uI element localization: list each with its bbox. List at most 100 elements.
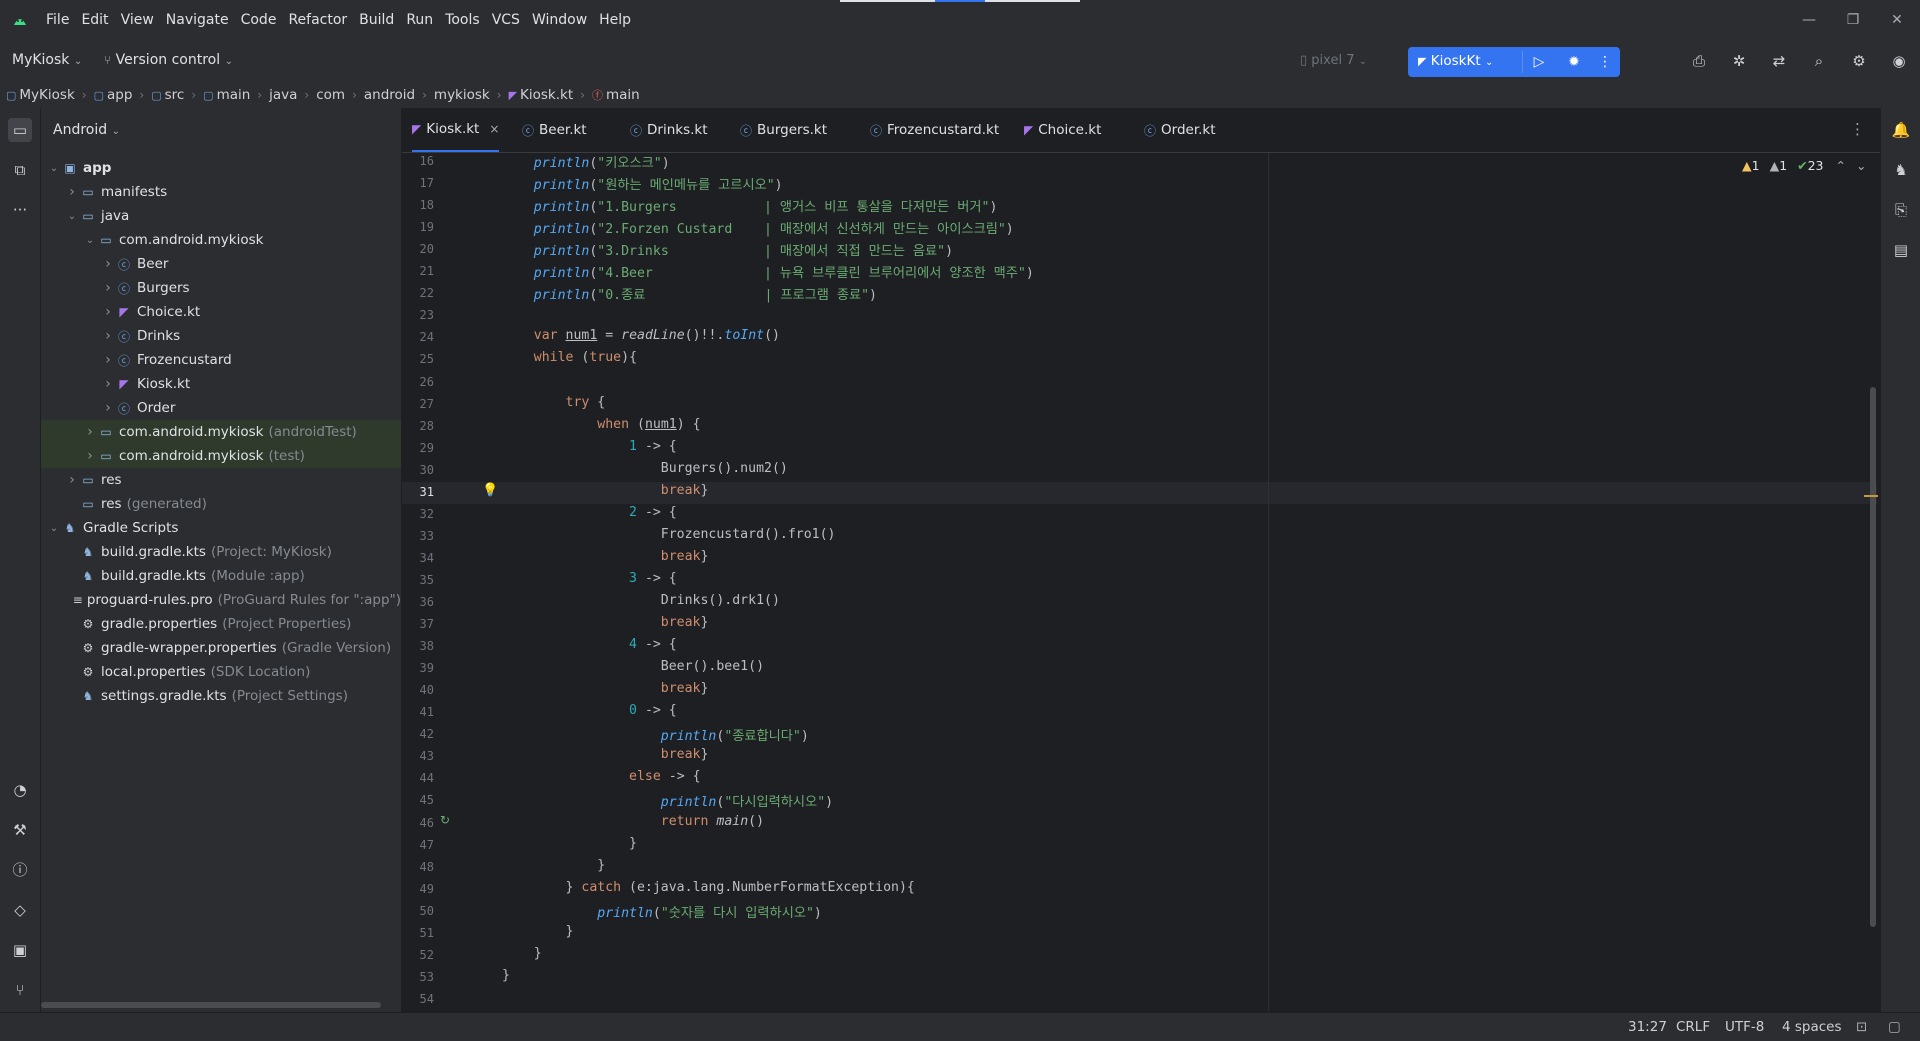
- tab-order[interactable]: ⓒ Order.kt: [1144, 108, 1216, 152]
- run-icon[interactable]: ▷: [1528, 51, 1550, 73]
- chevron-down-icon[interactable]: ⌄: [83, 235, 97, 246]
- breadcrumb-item[interactable]: ▢ src: [151, 87, 184, 103]
- code-area[interactable]: println("키오스크") println("원하는 메인메뉴를 고르시오"…: [402, 153, 1862, 1011]
- project-selector[interactable]: MyKiosk ⌄: [12, 52, 82, 68]
- tree-item[interactable]: ♞ settings.gradle.kts (Project Settings): [41, 684, 401, 708]
- menu-help[interactable]: Help: [593, 12, 637, 28]
- breadcrumb-item[interactable]: ▢ main: [203, 87, 250, 103]
- tab-options-icon[interactable]: ⋮: [1850, 120, 1865, 138]
- horizontal-scrollbar[interactable]: [41, 1002, 381, 1008]
- cursor-position[interactable]: 31:27: [1628, 1013, 1667, 1041]
- chevron-down-icon[interactable]: ⌄: [65, 211, 79, 222]
- tree-item[interactable]: ⚙ gradle-wrapper.properties (Gradle Versio…: [41, 636, 401, 660]
- vcs-selector[interactable]: ⑂ Version control ⌄: [104, 52, 233, 68]
- menu-run[interactable]: Run: [400, 12, 439, 28]
- problems-icon[interactable]: ⓘ: [8, 858, 32, 882]
- close-tab-icon[interactable]: ×: [489, 122, 499, 136]
- tree-item[interactable]: ⚙ gradle.properties (Project Properties): [41, 612, 401, 636]
- chevron-right-icon[interactable]: ›: [101, 304, 115, 320]
- tree-item[interactable]: ≡ proguard-rules.pro (ProGuard Rules for "…: [41, 588, 401, 612]
- notifications-icon[interactable]: 🔔: [1889, 118, 1913, 142]
- tree-item[interactable]: ⌄ ▭ java: [41, 204, 401, 228]
- menu-file[interactable]: File: [40, 12, 75, 28]
- chevron-right-icon[interactable]: ›: [65, 184, 79, 200]
- chevron-right-icon[interactable]: ›: [101, 376, 115, 392]
- menu-tools[interactable]: Tools: [439, 12, 486, 28]
- tree-item[interactable]: ⌄ ♞ Gradle Scripts: [41, 516, 401, 540]
- tab-choice[interactable]: ◤ Choice.kt: [1024, 108, 1101, 152]
- breadcrumb-item[interactable]: android: [364, 87, 415, 103]
- device-manager-icon[interactable]: ⎙: [1688, 50, 1710, 72]
- menu-build[interactable]: Build: [353, 12, 400, 28]
- gradle-tool-icon[interactable]: ♞: [1889, 158, 1913, 182]
- tree-item[interactable]: › ⓒ Burgers: [41, 276, 401, 300]
- menu-refactor[interactable]: Refactor: [282, 12, 353, 28]
- chevron-right-icon[interactable]: ›: [65, 472, 79, 488]
- breadcrumb-item[interactable]: ▢ app: [94, 87, 133, 103]
- chevron-down-icon[interactable]: ⌄: [47, 523, 61, 534]
- menu-view[interactable]: View: [115, 12, 160, 28]
- breadcrumb-item[interactable]: ▢ MyKiosk: [6, 87, 75, 103]
- chevron-down-icon[interactable]: ⌄: [1856, 158, 1866, 173]
- tree-item[interactable]: › ⓒ Drinks: [41, 324, 401, 348]
- tree-item[interactable]: ♞ build.gradle.kts (Project: MyKiosk): [41, 540, 401, 564]
- menu-vcs[interactable]: VCS: [486, 12, 526, 28]
- vertical-scrollbar[interactable]: [1870, 387, 1876, 927]
- chevron-right-icon[interactable]: ›: [101, 280, 115, 296]
- tree-item[interactable]: ⌄ ▣ app: [41, 156, 401, 180]
- build-icon[interactable]: ⚒: [8, 818, 32, 842]
- tab-kiosk[interactable]: ◤ Kiosk.kt ×: [412, 108, 500, 152]
- terminal-icon[interactable]: ▣: [8, 938, 32, 962]
- tree-item[interactable]: › ⓒ Frozencustard: [41, 348, 401, 372]
- tree-item[interactable]: ⌄ ▭ com.android.mykiosk: [41, 228, 401, 252]
- close-window-icon[interactable]: ✕: [1887, 10, 1907, 30]
- file-encoding[interactable]: UTF-8: [1725, 1013, 1764, 1041]
- chevron-right-icon[interactable]: ›: [101, 328, 115, 344]
- settings-gear-icon[interactable]: ⚙: [1848, 50, 1870, 72]
- tree-item[interactable]: › ▭ com.android.mykiosk (androidTest): [41, 420, 401, 444]
- run-config-selector[interactable]: ◤ KioskKt ⌄: [1418, 53, 1493, 69]
- chevron-right-icon[interactable]: ›: [83, 448, 97, 464]
- device-manager-side-icon[interactable]: ⎘: [1889, 198, 1913, 222]
- chevron-right-icon[interactable]: ›: [101, 256, 115, 272]
- profiler-icon[interactable]: ◔: [8, 778, 32, 802]
- more-actions-icon[interactable]: ⋮: [1598, 51, 1612, 73]
- menu-code[interactable]: Code: [235, 12, 283, 28]
- tab-drinks[interactable]: ⓒ Drinks.kt: [630, 108, 708, 152]
- tree-item[interactable]: ▭ res (generated): [41, 492, 401, 516]
- code-editor[interactable]: 16 17 18 19 20 21 22 23 24 25 26 27 28 29 30 31 32 33 34 35…: [402, 153, 1880, 1011]
- chevron-right-icon[interactable]: ›: [101, 352, 115, 368]
- tree-item[interactable]: › ⓒ Order: [41, 396, 401, 420]
- breadcrumb-item[interactable]: mykiosk: [434, 87, 490, 103]
- resource-manager-icon[interactable]: ⧉: [8, 158, 32, 182]
- project-tool-icon[interactable]: ▭: [8, 118, 32, 142]
- chevron-down-icon[interactable]: ⌄: [47, 163, 61, 174]
- tree-item[interactable]: › ▭ res: [41, 468, 401, 492]
- breadcrumb-item[interactable]: java: [269, 87, 297, 103]
- tree-item[interactable]: › ▭ manifests: [41, 180, 401, 204]
- tree-item[interactable]: ♞ build.gradle.kts (Module :app): [41, 564, 401, 588]
- tree-item[interactable]: › ◤ Kiosk.kt: [41, 372, 401, 396]
- menu-window[interactable]: Window: [526, 12, 593, 28]
- tree-item[interactable]: ⚙ local.properties (SDK Location): [41, 660, 401, 684]
- running-devices-icon[interactable]: ▤: [1889, 238, 1913, 262]
- panel-view-selector[interactable]: Android ⌄: [53, 122, 120, 138]
- app-quality-icon[interactable]: ◇: [8, 898, 32, 922]
- breadcrumb-item[interactable]: com: [316, 87, 345, 103]
- device-selector[interactable]: ▯ pixel 7 ⌄: [1300, 53, 1367, 68]
- tree-item[interactable]: › ⓒ Beer: [41, 252, 401, 276]
- breadcrumb-item[interactable]: ⓕ main: [592, 87, 640, 103]
- feedback-icon[interactable]: ▢: [1888, 1013, 1901, 1041]
- chevron-right-icon[interactable]: ›: [101, 400, 115, 416]
- debug-icon[interactable]: ✹: [1563, 51, 1585, 73]
- inspection-widget[interactable]: ▲1 ▲1 ✔23 ⌃ ⌄: [1742, 158, 1866, 173]
- tab-frozencustard[interactable]: ⓒ Frozencustard.kt: [870, 108, 999, 152]
- more-tools-icon[interactable]: ···: [8, 198, 32, 222]
- search-icon[interactable]: ⌕: [1808, 50, 1830, 72]
- restore-icon[interactable]: ❐: [1843, 10, 1863, 30]
- version-control-icon[interactable]: ⑂: [8, 978, 32, 1002]
- tree-item[interactable]: › ▭ com.android.mykiosk (test): [41, 444, 401, 468]
- chevron-right-icon[interactable]: ›: [83, 424, 97, 440]
- line-separator[interactable]: CRLF: [1676, 1013, 1710, 1041]
- minimize-icon[interactable]: —: [1799, 10, 1819, 30]
